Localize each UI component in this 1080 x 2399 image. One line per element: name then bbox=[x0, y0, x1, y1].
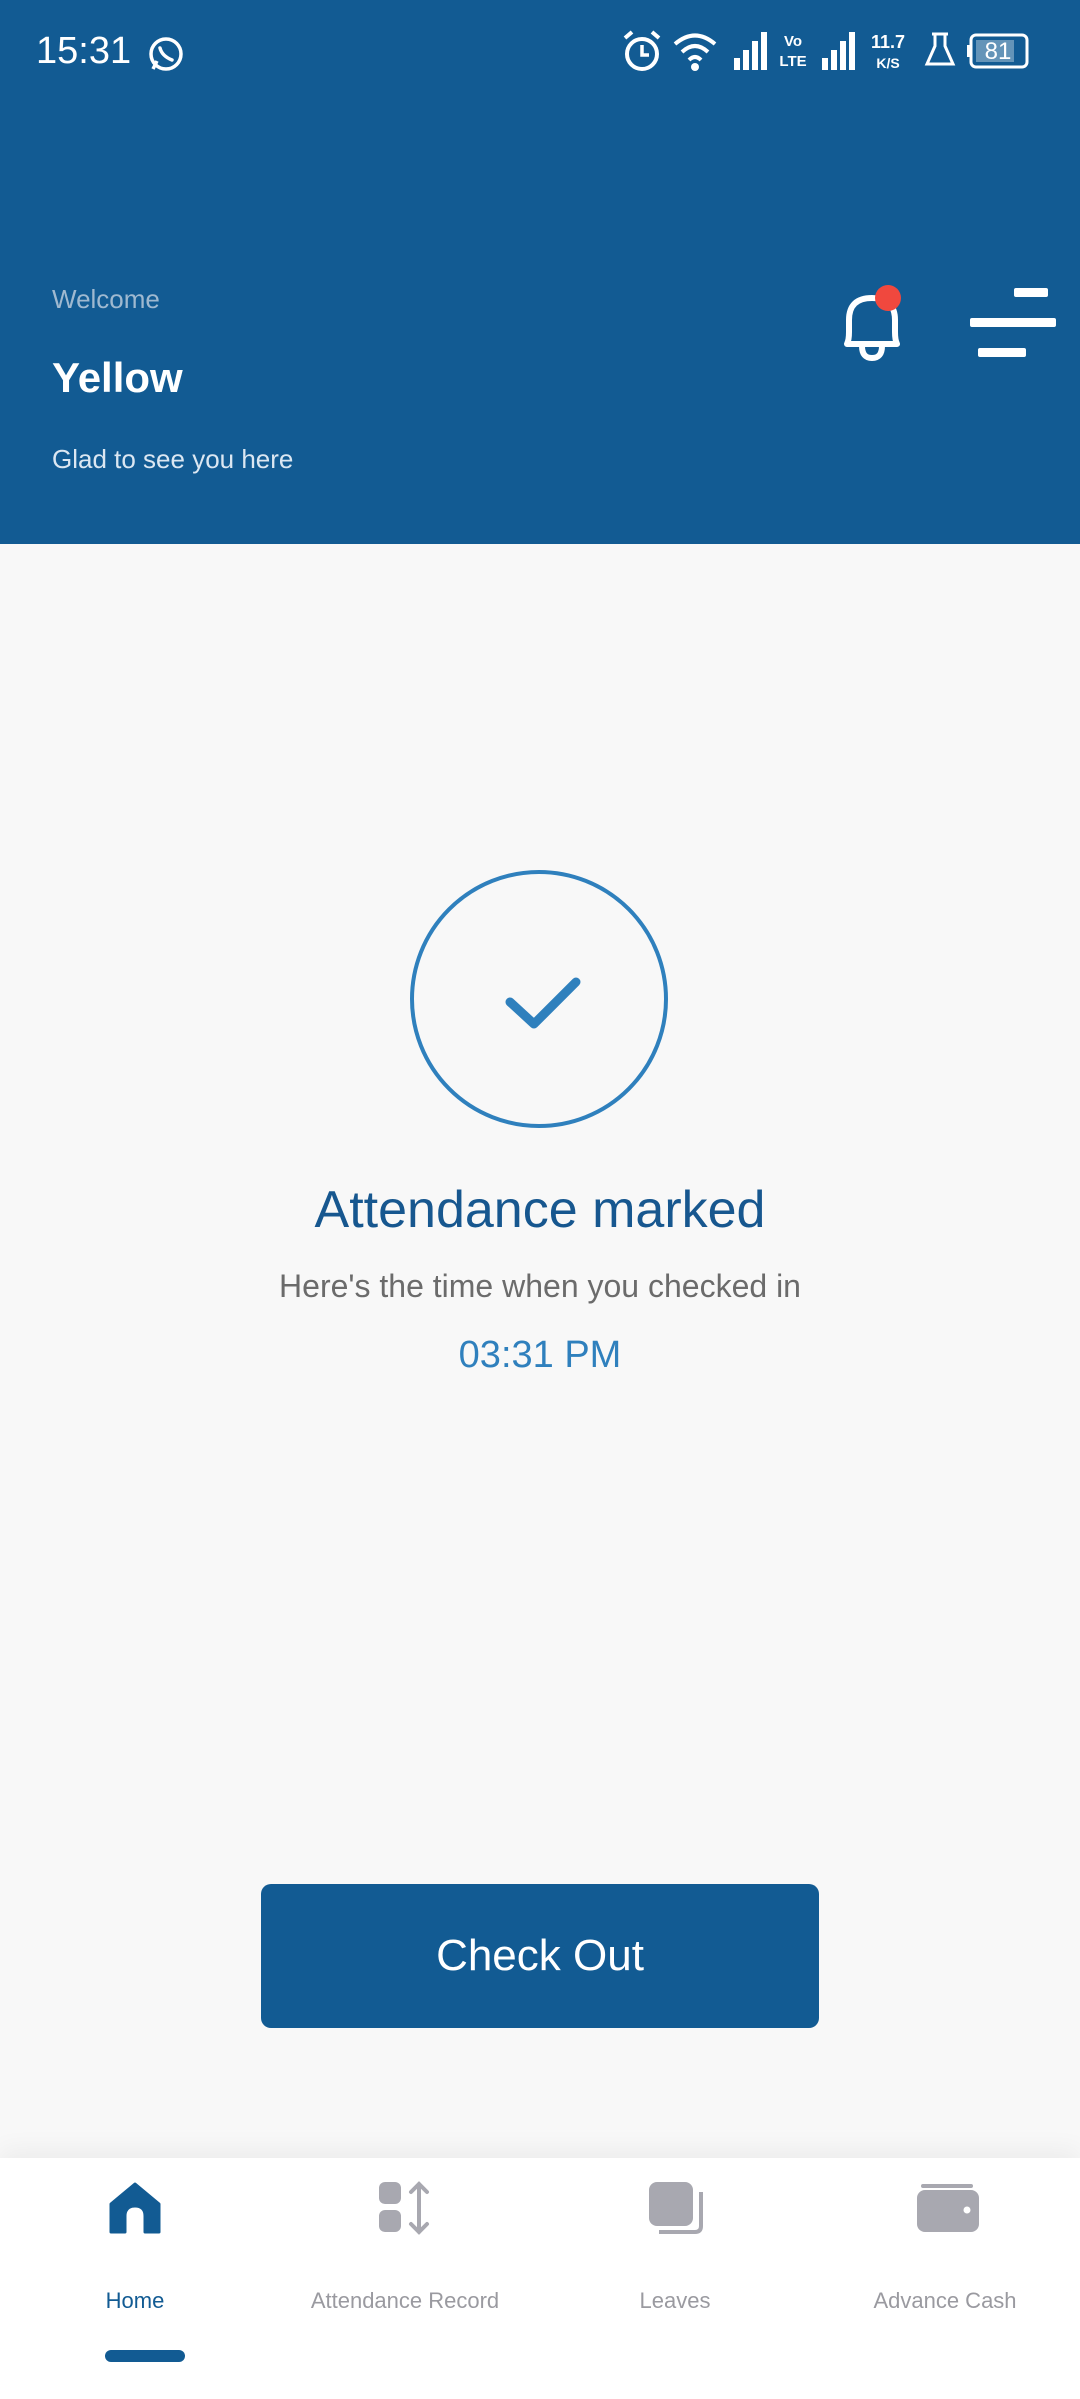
check-out-button[interactable]: Check Out bbox=[261, 1884, 819, 2028]
attendance-title: Attendance marked bbox=[314, 1181, 766, 1239]
nav-item-attendance-record[interactable]: Attendance Record bbox=[270, 2158, 540, 2399]
lab-flask-icon bbox=[924, 32, 956, 66]
welcome-label: Welcome bbox=[52, 284, 160, 314]
svg-text:Vo: Vo bbox=[784, 33, 802, 50]
nav-label-attendance-record: Attendance Record bbox=[310, 2288, 500, 2313]
user-name: Yellow bbox=[52, 354, 183, 401]
bottom-nav: Home Attendance Record Leaves Advance Ca… bbox=[0, 2158, 1080, 2399]
signal-2-icon bbox=[822, 32, 855, 70]
attendance-subtitle: Here's the time when you checked in bbox=[279, 1268, 801, 1304]
svg-text:11.7: 11.7 bbox=[871, 32, 905, 52]
greeting-text: Glad to see you here bbox=[52, 444, 294, 474]
svg-text:LTE: LTE bbox=[779, 53, 806, 70]
nav-item-leaves[interactable]: Leaves bbox=[540, 2158, 810, 2399]
notification-dot bbox=[875, 285, 901, 311]
whatsapp-icon bbox=[149, 37, 183, 71]
nav-label-home: Home bbox=[105, 2288, 165, 2313]
checkin-time: 03:31 PM bbox=[458, 1334, 622, 1376]
home-icon bbox=[109, 2182, 161, 2234]
notification-bell-icon[interactable] bbox=[832, 282, 912, 372]
signal-icon bbox=[734, 32, 767, 70]
checkmark-icon bbox=[505, 977, 581, 1029]
wifi-icon bbox=[673, 33, 717, 71]
volte-icon: Vo LTE bbox=[779, 33, 806, 70]
nav-item-home[interactable]: Home bbox=[0, 2158, 270, 2399]
status-time: 15:31 bbox=[36, 30, 132, 72]
menu-button[interactable] bbox=[970, 288, 1056, 360]
header: 15:31 Vo LTE 11.7 K/S 81 Welcome Yellow … bbox=[0, 0, 1080, 544]
attendance-check-circle bbox=[410, 870, 668, 1128]
svg-text:K/S: K/S bbox=[876, 55, 899, 71]
leaves-icon bbox=[649, 2182, 703, 2234]
attendance-record-icon bbox=[379, 2181, 429, 2235]
nav-label-leaves: Leaves bbox=[639, 2288, 711, 2313]
status-bar: 15:31 Vo LTE 11.7 K/S 81 bbox=[0, 0, 1080, 110]
network-speed-icon: 11.7 K/S bbox=[871, 32, 905, 71]
nav-item-advance-cash[interactable]: Advance Cash bbox=[810, 2158, 1080, 2399]
alarm-icon bbox=[623, 30, 661, 71]
battery-level: 81 bbox=[984, 38, 1012, 65]
active-tab-indicator bbox=[105, 2350, 185, 2362]
wallet-icon bbox=[917, 2184, 979, 2232]
nav-label-advance-cash: Advance Cash bbox=[873, 2288, 1017, 2313]
